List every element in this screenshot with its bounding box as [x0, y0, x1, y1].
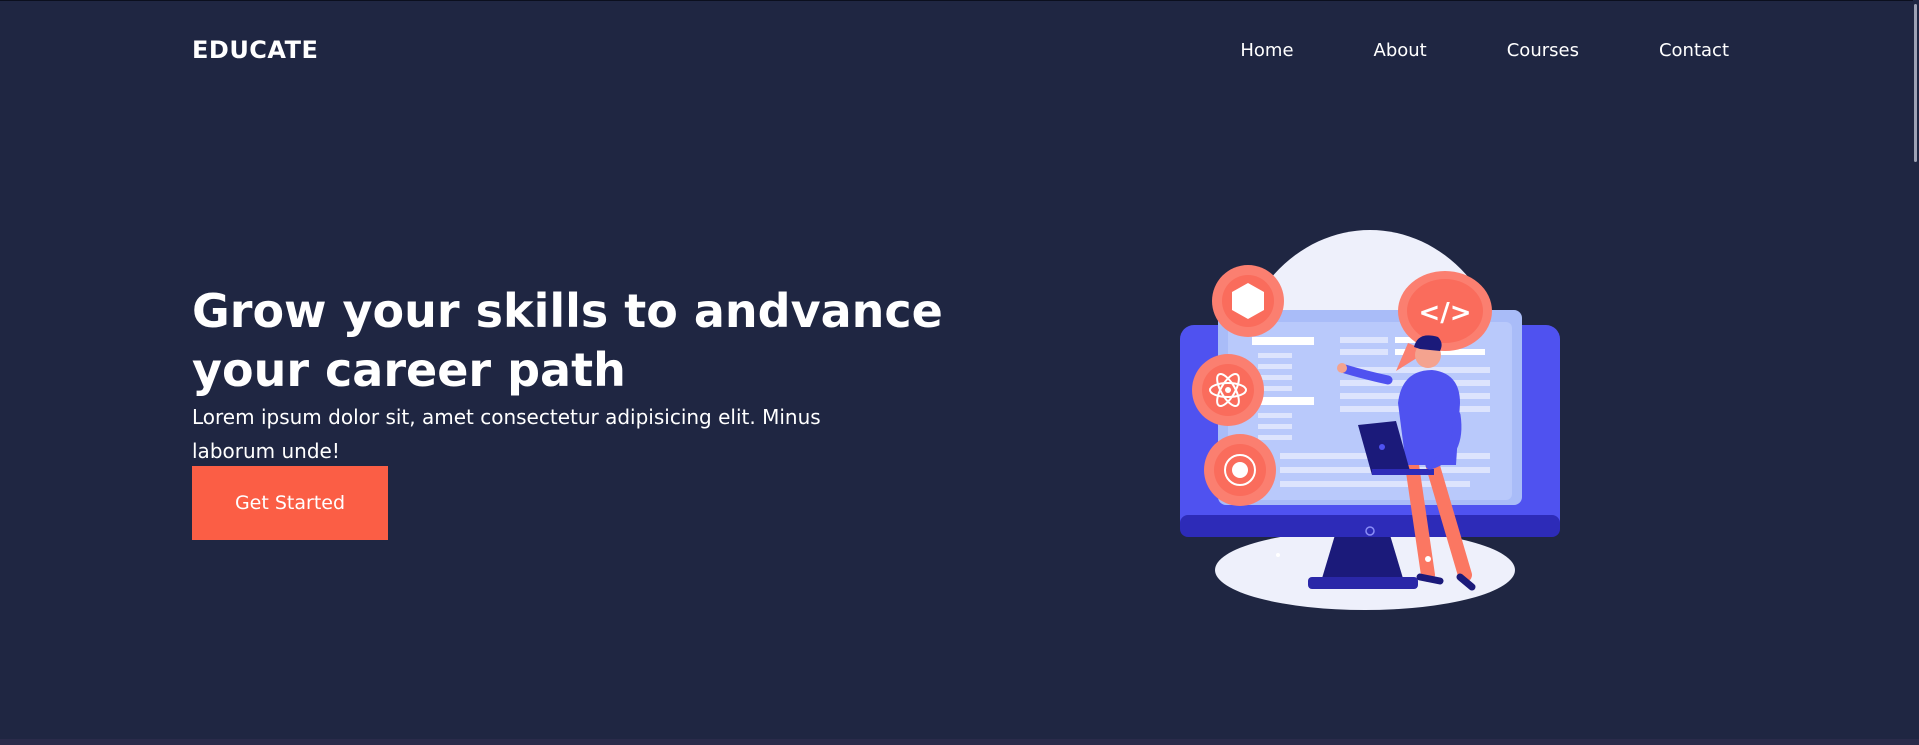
scrollbar-thumb[interactable]: [1914, 4, 1917, 162]
main-nav: Home About Courses Contact: [1160, 40, 1729, 61]
decor-dot: [1276, 553, 1280, 557]
vertical-scrollbar[interactable]: [1913, 0, 1919, 739]
nav-courses-link[interactable]: Courses: [1507, 40, 1579, 61]
top-border: [0, 0, 1919, 1]
code-symbol-text: </>: [1418, 298, 1471, 328]
hero-illustration: </>: [1180, 230, 1560, 610]
atom-icon: [1192, 354, 1264, 426]
brand-logo[interactable]: EDUCATE: [192, 36, 318, 64]
decor-dot: [1425, 556, 1431, 562]
cube-icon: [1212, 265, 1284, 337]
nav-contact-link[interactable]: Contact: [1659, 40, 1729, 61]
nav-about-link[interactable]: About: [1374, 40, 1427, 61]
landing-page: EDUCATE Home About Courses Contact Grow …: [0, 0, 1919, 745]
bottom-strip: [0, 739, 1919, 745]
hero-subtext: Lorem ipsum dolor sit, amet consectetur …: [192, 405, 821, 463]
target-icon: [1204, 434, 1276, 506]
nav-home-link[interactable]: Home: [1240, 40, 1293, 61]
hero-headline: Grow your skills to andvance your career…: [192, 284, 943, 397]
get-started-button[interactable]: Get Started: [192, 466, 388, 540]
